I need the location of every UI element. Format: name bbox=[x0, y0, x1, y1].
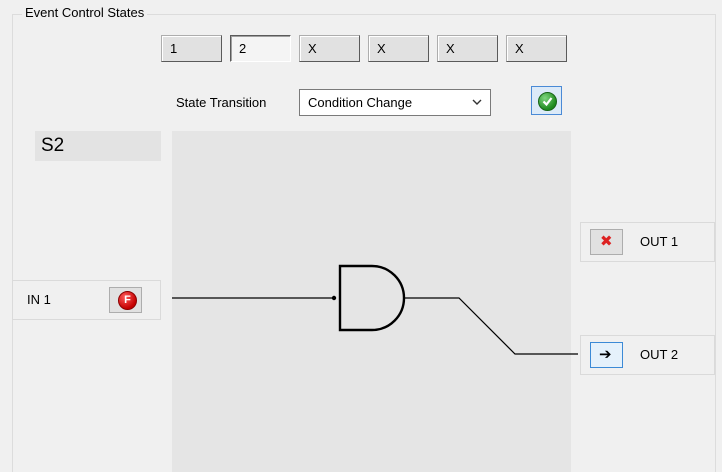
state-tab-1[interactable]: 1 bbox=[161, 35, 222, 62]
state-name-box: S2 bbox=[35, 131, 161, 161]
state-transition-value: Condition Change bbox=[308, 95, 413, 110]
tab-label: 1 bbox=[170, 41, 178, 56]
tab-label: X bbox=[308, 41, 317, 56]
output-1-label: OUT 1 bbox=[640, 234, 679, 249]
input-panel: IN 1 F bbox=[12, 280, 161, 320]
state-tab-6[interactable]: X bbox=[506, 35, 567, 62]
state-name: S2 bbox=[41, 135, 65, 156]
state-transition-label: State Transition bbox=[176, 95, 267, 110]
output-2-panel: ➔ OUT 2 bbox=[580, 335, 715, 375]
output-1-panel: ✖ OUT 1 bbox=[580, 222, 715, 262]
arrow-right-icon: ➔ bbox=[599, 346, 612, 363]
state-transition-select[interactable]: Condition Change bbox=[299, 89, 491, 116]
state-tab-2[interactable]: 2 bbox=[230, 35, 291, 62]
input-state-button[interactable]: F bbox=[109, 287, 142, 313]
chevron-down-icon bbox=[472, 99, 482, 105]
output-2-label: OUT 2 bbox=[640, 347, 679, 362]
false-icon: F bbox=[118, 291, 137, 310]
output-2-button[interactable]: ➔ bbox=[590, 342, 623, 368]
checkmark-icon bbox=[538, 92, 557, 111]
state-tab-3[interactable]: X bbox=[299, 35, 360, 62]
output-1-button[interactable]: ✖ bbox=[590, 229, 623, 255]
state-tab-4[interactable]: X bbox=[368, 35, 429, 62]
apply-button[interactable] bbox=[531, 86, 562, 115]
tab-label: X bbox=[515, 41, 524, 56]
tab-label: 2 bbox=[239, 41, 247, 56]
group-title: Event Control States bbox=[22, 5, 148, 21]
state-tab-5[interactable]: X bbox=[437, 35, 498, 62]
tab-label: X bbox=[377, 41, 386, 56]
cross-icon: ✖ bbox=[600, 233, 613, 250]
input-label: IN 1 bbox=[27, 292, 51, 307]
tab-label: X bbox=[446, 41, 455, 56]
logic-canvas bbox=[172, 131, 571, 472]
